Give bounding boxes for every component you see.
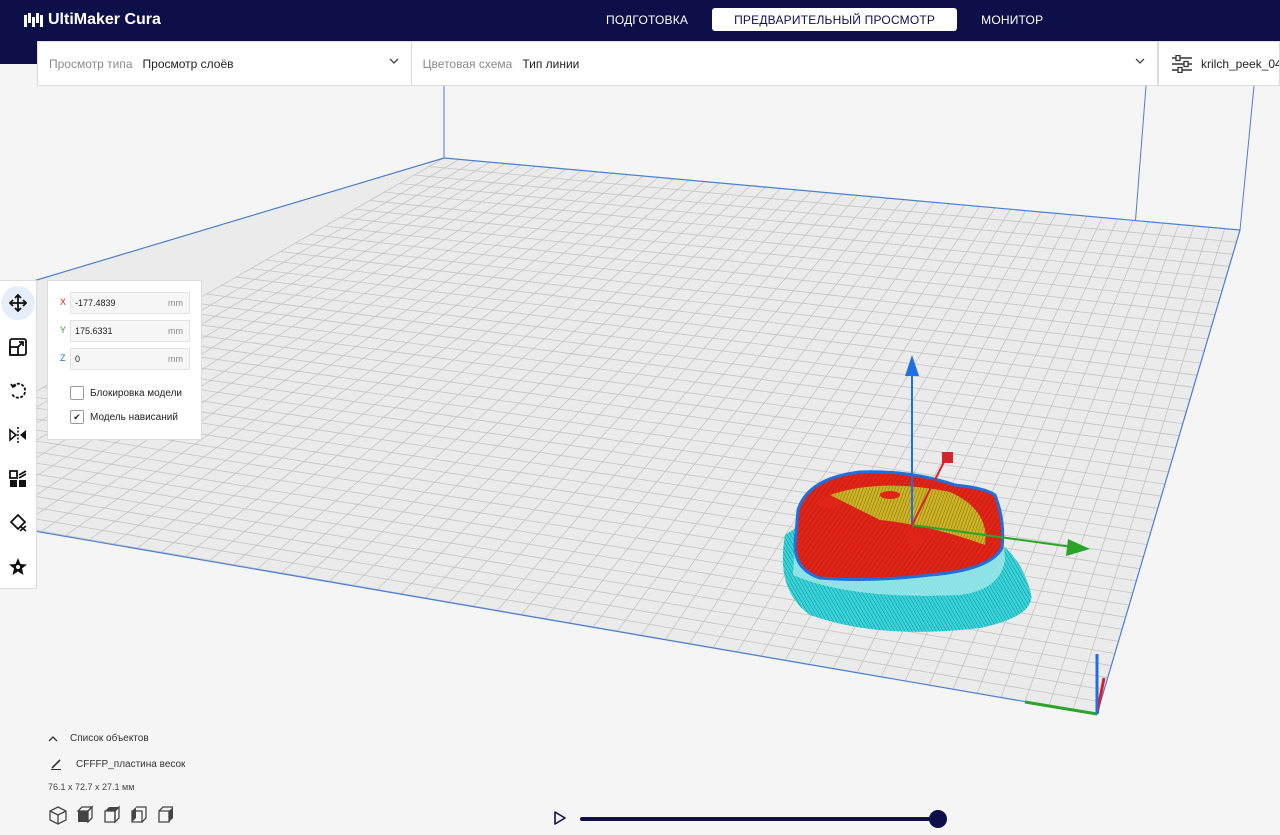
lock-model-label: Блокировка модели (90, 387, 182, 399)
paint-icon (9, 558, 27, 575)
z-axis-label: Z (60, 353, 66, 363)
view-top-icon[interactable] (102, 805, 122, 825)
x-value: -177.4839 (75, 298, 116, 308)
view-left-icon[interactable] (129, 805, 149, 825)
stage-tabs: ПОДГОТОВКА ПРЕДВАРИТЕЛЬНЫЙ ПРОСМОТР МОНИ… (590, 8, 1059, 31)
y-axis-label: Y (60, 325, 67, 335)
camera-views (48, 805, 176, 825)
color-scheme-value: Тип линии (522, 56, 580, 71)
tab-monitor[interactable]: МОНИТОР (965, 8, 1059, 31)
y-value: 175.6331 (75, 326, 113, 336)
play-icon[interactable] (552, 810, 568, 826)
view-type-dropdown[interactable]: Просмотр типа Просмотр слоёв (38, 42, 412, 85)
x-row: X -177.4839 mm (48, 292, 203, 314)
settings-sliders-icon (1172, 54, 1192, 73)
paint-tool[interactable] (0, 545, 36, 589)
object-name: CFFFP_пластина весок (76, 758, 186, 770)
checkbox-unchecked (70, 386, 84, 400)
object-list-label: Список объектов (70, 733, 149, 744)
build-plate-viewport[interactable] (0, 86, 1280, 835)
scale-icon (9, 338, 27, 356)
tab-prepare[interactable]: ПОДГОТОВКА (590, 8, 704, 31)
tool-panel (0, 280, 37, 589)
x-coordinate-input[interactable]: -177.4839 mm (70, 292, 190, 314)
scale-tool[interactable] (0, 325, 36, 369)
model-layer-view[interactable] (782, 470, 1032, 632)
app-name: UltiMaker Cura (48, 11, 161, 28)
y-coordinate-input[interactable]: 175.6331 mm (70, 320, 190, 342)
move-tool-panel: X -177.4839 mm Y 175.6331 mm Z 0 mm Блок… (47, 280, 202, 440)
mirror-tool[interactable] (0, 413, 36, 457)
rotate-tool[interactable] (0, 369, 36, 413)
view-3d-icon[interactable] (48, 805, 68, 825)
lock-model-checkbox[interactable]: Блокировка модели (70, 386, 182, 400)
volume-edge (1239, 86, 1255, 231)
y-unit: mm (168, 326, 183, 336)
app-logo: UltiMaker Cura (24, 11, 161, 29)
layer-slider-track[interactable] (580, 817, 938, 821)
print-settings-button[interactable]: krilch_peek_04-9 (1158, 41, 1280, 86)
profile-name: krilch_peek_04-9 (1201, 56, 1279, 71)
per-model-settings-tool[interactable] (0, 457, 36, 501)
chevron-up-icon (48, 735, 58, 741)
chevron-down-icon (1135, 58, 1145, 64)
z-row: Z 0 mm (48, 348, 203, 370)
drop-model-checkbox[interactable]: ✔ Модель нависаний (70, 410, 178, 424)
color-scheme-dropdown[interactable]: Цветовая схема Тип линии (412, 42, 1157, 85)
view-toolbar: Просмотр типа Просмотр слоёв Цветовая сх… (37, 41, 1158, 86)
move-icon (9, 294, 27, 312)
tab-preview[interactable]: ПРЕДВАРИТЕЛЬНЫЙ ПРОСМОТР (712, 8, 958, 31)
chevron-down-icon (389, 58, 399, 64)
object-dimensions: 76.1 x 72.7 x 27.1 мм (48, 782, 135, 792)
y-row: Y 175.6331 mm (48, 320, 203, 342)
checkmark-icon: ✔ (70, 410, 84, 424)
object-list-item[interactable]: CFFFP_пластина весок (50, 758, 185, 770)
ultimaker-logo-icon (24, 13, 43, 27)
x-unit: mm (168, 298, 183, 308)
per-model-settings-icon (9, 470, 27, 487)
top-bar: UltiMaker Cura ПОДГОТОВКА ПРЕДВАРИТЕЛЬНЫ… (0, 0, 1280, 42)
view-right-icon[interactable] (156, 805, 176, 825)
support-blocker-tool[interactable] (0, 501, 36, 545)
z-coordinate-input[interactable]: 0 mm (70, 348, 190, 370)
mirror-icon (9, 427, 26, 443)
rotate-icon (10, 382, 27, 399)
move-tool[interactable] (0, 281, 36, 325)
view-type-label: Просмотр типа (49, 56, 133, 71)
view-front-icon[interactable] (75, 805, 95, 825)
view-type-value: Просмотр слоёв (142, 56, 234, 71)
drop-model-label: Модель нависаний (90, 411, 178, 423)
x-axis-label: X (60, 297, 67, 307)
pencil-icon (51, 759, 61, 770)
support-blocker-icon (9, 514, 27, 532)
layer-slider-handle[interactable] (929, 810, 947, 828)
z-unit: mm (168, 354, 183, 364)
object-list-toggle[interactable]: Список объектов (48, 733, 149, 744)
z-value: 0 (75, 354, 81, 364)
color-scheme-label: Цветовая схема (422, 56, 513, 71)
